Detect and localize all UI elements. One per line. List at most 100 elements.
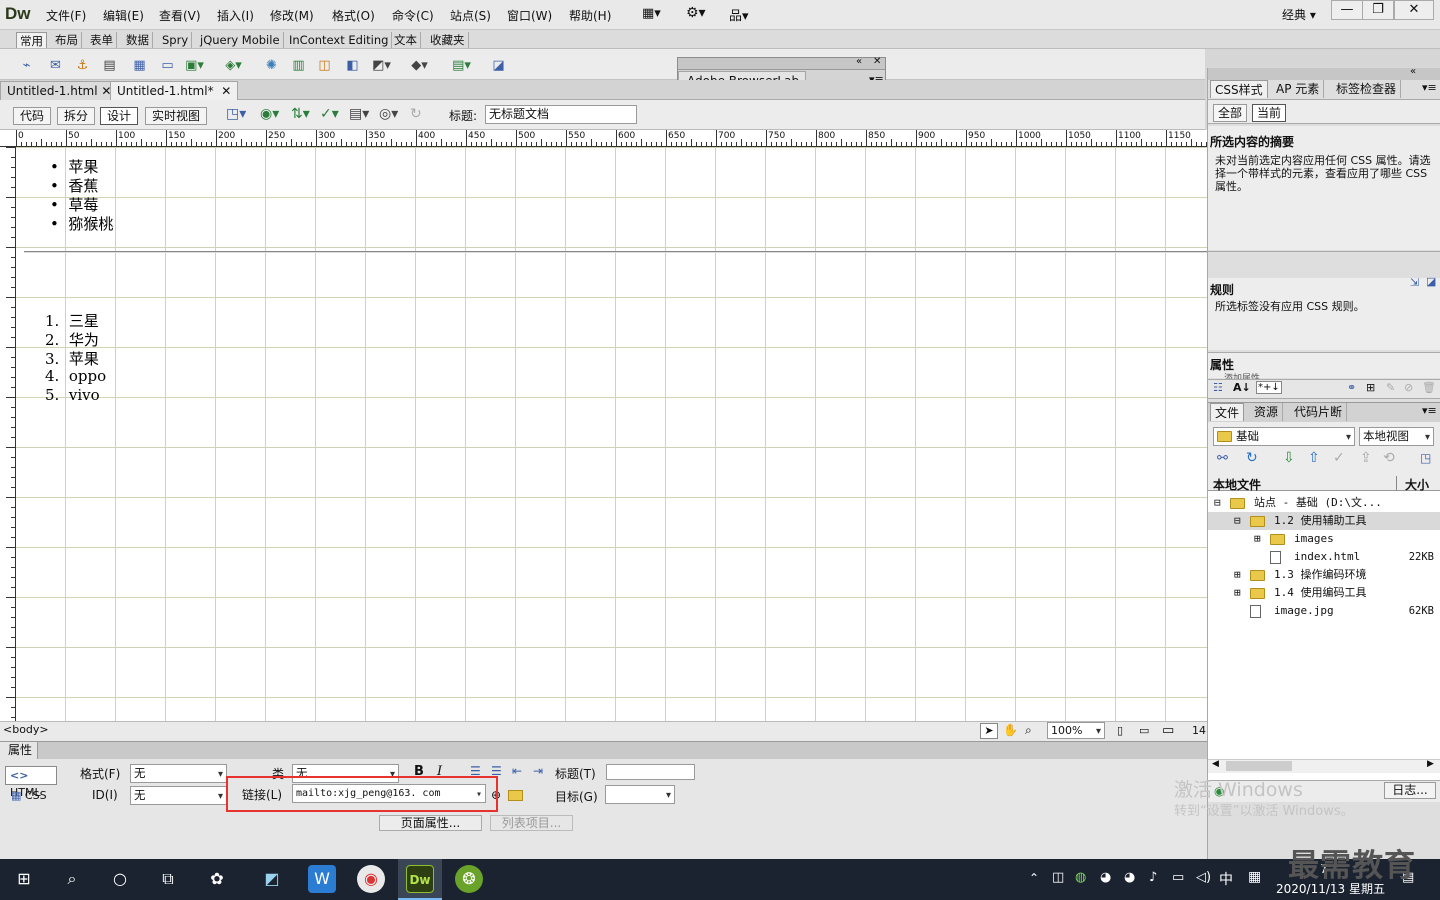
- desktop-size-icon[interactable]: ▭: [1162, 723, 1174, 738]
- menu-view[interactable]: 查看(V): [159, 7, 201, 24]
- melon-app-icon[interactable]: ❂: [455, 865, 483, 893]
- hyperlink-icon[interactable]: ⌁: [17, 56, 36, 75]
- menu-edit[interactable]: 编辑(E): [103, 7, 144, 24]
- notification-bell-icon[interactable]: ♪: [1149, 870, 1157, 885]
- title-prop-input[interactable]: [606, 764, 695, 780]
- put-files-icon[interactable]: ⇧: [1308, 450, 1320, 466]
- list-item-button[interactable]: 列表项目...: [490, 815, 573, 831]
- minimize-button[interactable]: —: [1331, 0, 1363, 20]
- scroll-right-arrow[interactable]: ▶: [1427, 759, 1434, 769]
- tab-snippets[interactable]: 代码片断: [1290, 403, 1348, 421]
- writer-app-icon[interactable]: W: [308, 865, 336, 893]
- tab-incontext[interactable]: InContext Editing: [286, 32, 393, 48]
- cortana-icon[interactable]: ○: [106, 865, 134, 893]
- tab-text[interactable]: 文本: [391, 32, 421, 48]
- menu-insert[interactable]: 插入(I): [217, 7, 254, 24]
- menu-format[interactable]: 格式(O): [332, 7, 375, 24]
- layout-icon[interactable]: ▦▾: [642, 6, 661, 21]
- target-select[interactable]: ▾: [605, 785, 675, 804]
- split-view-button[interactable]: 拆分: [57, 107, 96, 125]
- new-rule-icon[interactable]: ⊞: [1366, 381, 1375, 394]
- tab-spry[interactable]: Spry: [159, 32, 193, 48]
- qq-icon[interactable]: ◕: [1100, 870, 1111, 885]
- email-link-icon[interactable]: ✉: [46, 56, 65, 75]
- page-properties-button[interactable]: 页面属性...: [379, 815, 482, 831]
- list-item[interactable]: 4. oppo: [45, 367, 106, 385]
- menu-file[interactable]: 文件(F): [46, 7, 86, 24]
- refresh-icon[interactable]: ↻: [1246, 450, 1258, 466]
- list-item[interactable]: • 草莓: [50, 194, 98, 215]
- expand-toggle-icon[interactable]: ⊞: [1254, 530, 1261, 548]
- file-tree-row[interactable]: ⊟ 1.2 使用辅助工具: [1208, 512, 1440, 530]
- menu-help[interactable]: 帮助(H): [569, 7, 611, 24]
- ime-indicator[interactable]: 中: [1219, 869, 1233, 889]
- design-canvas[interactable]: [16, 147, 1207, 721]
- list-item[interactable]: • 香蕉: [50, 175, 98, 196]
- properties-tab[interactable]: 属性: [0, 742, 38, 759]
- validate-icon[interactable]: ◎▾: [379, 106, 398, 122]
- design-view-button[interactable]: 设计: [100, 107, 139, 125]
- format-select[interactable]: 无 ▾: [130, 764, 227, 783]
- tab-layout[interactable]: 布局: [52, 32, 82, 48]
- list-item[interactable]: 2. 华为: [45, 329, 99, 350]
- tag-selector[interactable]: <body>: [3, 723, 49, 736]
- collapse-icon[interactable]: «: [1410, 66, 1416, 77]
- css-mode-button[interactable]: ▦ CSS: [11, 789, 47, 802]
- file-tree-row[interactable]: ⊞ images: [1208, 530, 1440, 548]
- check-browser-icon[interactable]: ✓▾: [320, 106, 339, 122]
- media-icon[interactable]: ◈▾: [224, 56, 243, 75]
- current-button[interactable]: 当前: [1252, 104, 1287, 122]
- sync-icon[interactable]: ⟲: [1383, 450, 1395, 466]
- all-button[interactable]: 全部: [1213, 104, 1248, 122]
- tab-data[interactable]: 数据: [123, 32, 153, 48]
- indent-icon[interactable]: ⇥: [533, 764, 543, 778]
- expand-toggle-icon[interactable]: ⊟: [1214, 494, 1221, 512]
- pinwheel-app-icon[interactable]: ✿: [203, 865, 231, 893]
- panel-menu-icon[interactable]: ▾≡: [1422, 404, 1437, 417]
- expand-panel-icon[interactable]: ◳: [1420, 451, 1431, 465]
- disable-icon[interactable]: ⊘: [1404, 381, 1413, 394]
- wechat-icon[interactable]: ◍: [1075, 870, 1086, 885]
- browse-folder-icon[interactable]: [508, 790, 523, 801]
- site-icon[interactable]: 品▾: [729, 5, 749, 24]
- file-tree-row[interactable]: image.jpg 62KB: [1208, 602, 1440, 620]
- hand-icon[interactable]: ✋: [1003, 723, 1018, 737]
- list-item[interactable]: • 猕猴桃: [50, 213, 113, 234]
- attach-style-icon[interactable]: ⚭: [1347, 381, 1356, 394]
- doc-tab-2[interactable]: Untitled-1.html* ✕: [110, 81, 239, 100]
- date-icon[interactable]: ✺: [262, 56, 281, 75]
- file-tree-row[interactable]: ⊞ 1.4 使用编码工具: [1208, 584, 1440, 602]
- connect-icon[interactable]: ⚯: [1217, 451, 1228, 466]
- restore-button[interactable]: ❐: [1362, 0, 1394, 20]
- check-in-icon[interactable]: ⇪: [1360, 450, 1372, 466]
- visual-aids-icon[interactable]: ▤▾: [349, 106, 369, 122]
- properties-header[interactable]: 属性: [0, 741, 1207, 759]
- comment-icon[interactable]: ◧: [343, 56, 362, 75]
- mobile-size-icon[interactable]: ▯: [1117, 724, 1123, 737]
- volume-icon[interactable]: ◁): [1196, 870, 1211, 885]
- server-include-icon[interactable]: ◫: [315, 56, 334, 75]
- calendar-icon[interactable]: ▥: [289, 56, 308, 75]
- get-files-icon[interactable]: ⇩: [1283, 450, 1295, 466]
- ime-mode-icon[interactable]: ▦: [1248, 869, 1261, 885]
- anchor-icon[interactable]: ⚓: [73, 56, 92, 75]
- tray-overflow-icon[interactable]: ⌃: [1029, 871, 1039, 885]
- tab-jquery-mobile[interactable]: jQuery Mobile: [197, 32, 284, 48]
- expand-toggle-icon[interactable]: ⊟: [1234, 512, 1241, 530]
- doc-tab-1[interactable]: Untitled-1.html ✕: [0, 81, 119, 100]
- chrome-icon[interactable]: ◉: [357, 865, 385, 893]
- menu-site[interactable]: 站点(S): [450, 7, 491, 24]
- network-icon[interactable]: ▭: [1172, 870, 1184, 885]
- cascade-icon[interactable]: ⇲: [1410, 276, 1419, 289]
- file-tree-row[interactable]: ⊟ 站点 - 基础 (D:\文...: [1208, 494, 1440, 512]
- dreamweaver-app-icon[interactable]: Dw: [406, 865, 434, 893]
- tab-css-styles[interactable]: CSS样式: [1210, 80, 1268, 98]
- category-view-icon[interactable]: ☷: [1213, 381, 1223, 394]
- zoom-select[interactable]: 100% ▾: [1047, 722, 1105, 739]
- alpha-view-icon[interactable]: A↓: [1233, 381, 1251, 394]
- local-files-header[interactable]: 本地文件: [1213, 476, 1261, 493]
- close-icon[interactable]: ✕: [221, 84, 231, 98]
- menu-commands[interactable]: 命令(C): [392, 7, 434, 24]
- head-icon[interactable]: ◩▾: [372, 56, 391, 75]
- tab-favorites[interactable]: 收藏夹: [427, 32, 469, 48]
